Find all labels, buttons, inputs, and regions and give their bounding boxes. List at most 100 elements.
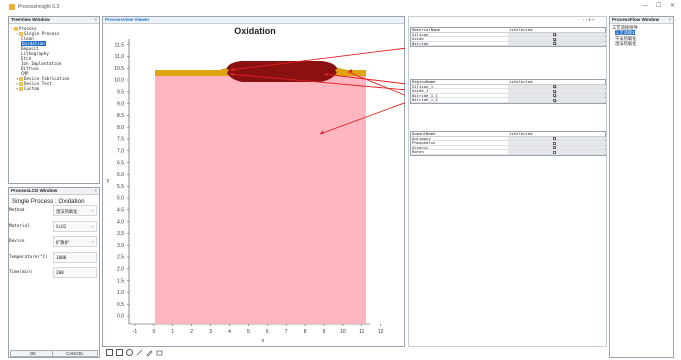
chevron-down-icon: ⌄ [91, 224, 94, 229]
close-button[interactable]: ✕ [670, 3, 675, 10]
row-name: Nitride [412, 40, 429, 46]
folder-icon [19, 31, 23, 36]
close-icon[interactable]: × [668, 17, 671, 23]
y-tick-label: 5.5 [117, 184, 124, 190]
property-input[interactable]: 1000 [53, 252, 97, 263]
table-row[interactable]: Nitride_1_2 [411, 97, 606, 103]
x-tick-label: 5 [247, 329, 250, 335]
ok-button[interactable]: OK [10, 350, 56, 357]
y-tick-label: 10.0 [114, 78, 124, 84]
rectangle-icon[interactable] [116, 349, 123, 356]
y-tick-label: 0.0 [117, 314, 124, 320]
app-logo-icon [9, 4, 15, 10]
close-icon[interactable]: × [94, 188, 97, 194]
process-flow-header: ProcessFlow Window × [610, 17, 673, 24]
line-icon[interactable] [136, 349, 143, 356]
row-cell [508, 145, 606, 150]
eraser-icon[interactable] [156, 349, 163, 356]
x-tick-label: 3 [209, 329, 212, 335]
property-dropdown[interactable]: 湿法热氧化 ⌄ [53, 205, 97, 216]
property-row: Material SiO2 ⌄ [9, 221, 97, 232]
selected-checkbox[interactable] [553, 89, 557, 94]
flow-item[interactable]: 湿法热氧化 [610, 41, 673, 46]
y-tick-label: 11.0 [115, 54, 125, 60]
column-header[interactable]: isSelected [509, 131, 607, 136]
y-tick-label: 7.0 [117, 149, 124, 155]
cancel-button[interactable]: CANCEL [52, 350, 98, 357]
table-row[interactable]: Boron [411, 150, 606, 155]
selected-checkbox[interactable] [553, 141, 556, 145]
property-row: Device 扩散炉 ⌄ [9, 236, 97, 247]
process-flow-window: ProcessFlow Window × 工艺流程组件 工艺流程2 干法热氧化 湿法热… [609, 16, 674, 358]
property-input[interactable]: 200 [53, 267, 97, 278]
select-rect-icon[interactable] [106, 349, 113, 356]
property-value: 1000 [56, 256, 67, 261]
selected-checkbox[interactable] [553, 94, 557, 99]
y-tick-label: 3.5 [117, 231, 124, 237]
maximize-button[interactable]: ☐ [656, 3, 661, 10]
viewer-tab-label: ProcessView Viewer [105, 17, 150, 22]
selected-checkbox[interactable] [553, 137, 556, 141]
x-tick-label: 8 [304, 329, 307, 335]
selected-checkbox[interactable] [553, 42, 557, 47]
property-dropdown[interactable]: 扩散炉 ⌄ [53, 236, 97, 247]
process-flow-title: ProcessFlow Window [612, 17, 660, 22]
table-row[interactable]: Nitride [411, 40, 606, 47]
process-tree: − Process − Single Process Clean Oxidation Dep… [9, 24, 99, 93]
selected-checkbox[interactable] [553, 150, 556, 154]
region-table: RegionName isSelected Silicon_1 Oxide_1 Nitr… [410, 79, 606, 104]
folder-icon [19, 86, 23, 91]
drawing-toolbar [106, 348, 406, 358]
x-axis-label: x [262, 338, 265, 344]
row-cell [508, 150, 606, 154]
y-tick-label: 2.5 [117, 255, 124, 261]
property-key: Device [9, 239, 25, 244]
oxide-left [155, 67, 229, 76]
oxidation-plot[interactable]: Oxidation -1 0 1 2 3 4 5 6 7 8 9 10 11 12 0.00.51.01.… [102, 24, 405, 346]
row-cell [508, 98, 606, 102]
row-name: Nitride_1_2 [412, 97, 438, 103]
y-tick-label: 5.0 [117, 196, 124, 202]
tree-view-title: TreeView Window [11, 17, 50, 22]
selected-checkbox[interactable] [553, 37, 557, 42]
column-header[interactable]: isSelected [509, 79, 607, 84]
selected-checkbox[interactable] [553, 33, 557, 37]
y-tick-label: 11.5 [115, 42, 125, 48]
y-tick-label: 8.5 [117, 113, 124, 119]
tree-item[interactable]: + Custom [11, 86, 97, 91]
material-table: MaterialName isSelected Silicon Oxide Nitrid… [410, 27, 607, 48]
y-tick-label: 6.5 [117, 160, 124, 166]
property-dropdown[interactable]: SiO2 ⌄ [53, 221, 97, 232]
property-value: 200 [56, 271, 64, 276]
chevron-down-icon: ⌄ [91, 239, 94, 244]
x-tick-label: 2 [190, 329, 193, 335]
selected-checkbox[interactable] [553, 146, 556, 150]
y-tick-label: 6.0 [117, 172, 124, 178]
selected-checkbox[interactable] [553, 98, 557, 103]
column-header[interactable]: isSelected [509, 27, 607, 32]
process-flow-list: 工艺流程组件 工艺流程2 干法热氧化 湿法热氧化 [610, 24, 673, 47]
row-cell [508, 84, 606, 89]
folder-icon [19, 81, 23, 86]
y-tick-labels: 0.0 0.5 1.0 1.5 2.0 2.5 3.0 3.5 4.0 4.5 5.0 5.5 6.0 6… [114, 42, 129, 320]
panel-nav-icons[interactable]: ‹ › ▾ × [583, 17, 595, 23]
y-tick-label: 4.5 [117, 208, 124, 214]
property-key: Temperature(°C) [9, 255, 48, 260]
circle-icon[interactable] [126, 349, 133, 356]
selected-checkbox[interactable] [553, 85, 557, 89]
viewer-tab[interactable]: ProcessView Viewer [103, 17, 404, 24]
property-row: Method 湿法热氧化 ⌄ [9, 205, 97, 216]
x-tick-label: 4 [228, 329, 231, 335]
folder-icon [19, 76, 23, 81]
properties-panel [408, 16, 607, 347]
tree-view-window: TreeView Window × − Process − Single Proces… [8, 16, 100, 184]
row-cell [508, 32, 606, 37]
y-tick-label: 1.5 [117, 278, 124, 284]
x-tick-label: 1 [171, 329, 174, 335]
property-row: Temperature(°C) 1000 [9, 252, 97, 263]
property-key: Method [9, 208, 25, 213]
close-icon[interactable]: × [94, 17, 97, 23]
pen-icon[interactable] [146, 349, 153, 356]
minimize-button[interactable]: — [642, 3, 648, 10]
property-key: Time(min) [9, 270, 33, 275]
